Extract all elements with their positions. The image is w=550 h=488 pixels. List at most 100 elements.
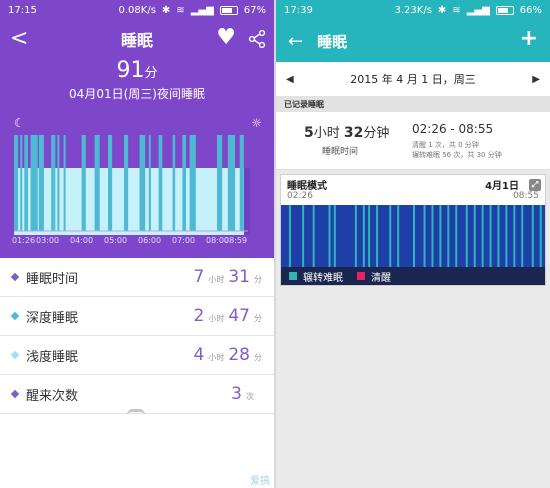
- metric-primary-value: 4: [193, 345, 205, 365]
- app-header: 17:39 3.23K/s ✱ ≋ ▂▄▆ 66% ← 睡眠 +: [276, 0, 550, 62]
- metric-secondary-value: 28: [228, 345, 250, 365]
- metric-marker-icon: [10, 311, 20, 321]
- deep-sleep-bar: [239, 135, 244, 231]
- previous-day-icon[interactable]: ◀: [286, 74, 294, 85]
- restless-mark: [362, 205, 365, 267]
- network-speed: 3.23K/s: [394, 4, 432, 16]
- bluetooth-icon: ✱: [161, 4, 171, 16]
- deep-sleep-bar: [14, 135, 19, 231]
- back-arrow-icon[interactable]: ←: [288, 31, 303, 52]
- end-time: 08:55: [513, 191, 539, 201]
- sleep-stage-chart[interactable]: [12, 131, 256, 235]
- expand-handle-icon[interactable]: [127, 409, 145, 415]
- battery-level: 67%: [243, 4, 266, 16]
- fullscreen-icon[interactable]: ⤢: [529, 179, 541, 191]
- score-unit: 分: [144, 66, 158, 81]
- metric-primary-unit: 小时: [208, 353, 225, 362]
- restless-mark: [431, 205, 434, 267]
- restless-mark: [481, 205, 484, 267]
- metric-value: 4 小时 28 分: [194, 345, 262, 365]
- deep-sleep-bar: [189, 135, 196, 231]
- chart-legend: 辗转难眠 清醒: [281, 267, 545, 285]
- deep-sleep-bar: [53, 135, 56, 231]
- next-day-icon[interactable]: ▶: [532, 74, 540, 85]
- restless-mark: [288, 205, 291, 267]
- metric-row[interactable]: 睡眠时间 7 小时 31 分: [0, 258, 274, 297]
- metric-primary-value: 7: [193, 267, 205, 287]
- restless-mark: [312, 205, 315, 267]
- deep-sleep-bar: [81, 135, 86, 231]
- x-tick-label: 06:00: [138, 236, 162, 245]
- wifi-icon: ≋: [176, 4, 185, 16]
- awake-summary: 清醒 1 次，共 0 分钟: [412, 141, 479, 149]
- share-icon[interactable]: [248, 29, 266, 52]
- deep-sleep-bar: [38, 135, 44, 231]
- watermark-logo: 爱搞机: [250, 476, 270, 487]
- x-tick-label: 07:00: [172, 236, 196, 245]
- time-range: 02:26 - 08:55: [412, 122, 494, 136]
- battery-icon: [219, 5, 238, 15]
- deep-sleep-bar: [57, 135, 60, 231]
- deep-sleep-bar: [108, 135, 113, 231]
- status-time: 17:15: [8, 4, 37, 16]
- restless-mark: [497, 205, 500, 267]
- restless-mark: [531, 205, 534, 267]
- light-sleep-band: [14, 168, 248, 235]
- date-label: 2015 年 4 月 1 日，周三: [350, 73, 476, 86]
- duration-label: 睡眠时间: [322, 147, 359, 157]
- status-bar: 17:15 0.08K/s ✱ ≋ ▂▄▆ 67%: [0, 0, 274, 20]
- restless-mark: [521, 205, 524, 267]
- card-time-range: 02:26 08:55: [281, 191, 545, 205]
- deep-sleep-bar: [158, 135, 163, 231]
- restless-mark: [302, 205, 305, 267]
- metric-row[interactable]: 浅度睡眠 4 小时 28 分: [0, 336, 274, 375]
- metric-secondary-value: 47: [228, 306, 250, 326]
- x-tick-label: 04:00: [70, 236, 94, 245]
- status-time: 17:39: [284, 4, 313, 16]
- metric-label: 醒来次数: [26, 388, 79, 404]
- restless-mark: [455, 205, 458, 267]
- wifi-icon: ≋: [452, 4, 461, 16]
- start-time: 02:26: [287, 191, 313, 201]
- restless-mark: [447, 205, 450, 267]
- x-tick-label: 08:59: [224, 236, 248, 245]
- restless-mark: [465, 205, 468, 267]
- page-title: 睡眠: [317, 32, 348, 51]
- deep-sleep-bar: [94, 135, 100, 231]
- restless-mark: [333, 205, 336, 267]
- sleep-duration: 5小时 32分钟: [304, 125, 390, 141]
- card-date: 4月1日: [485, 181, 519, 192]
- metric-primary-unit: 小时: [208, 314, 225, 323]
- left-phone-screen: 17:15 0.08K/s ✱ ≋ ▂▄▆ 67% < 睡眠 ♥ 91分 04月…: [0, 0, 274, 488]
- metric-label: 浅度睡眠: [26, 349, 79, 365]
- metric-primary-unit: 次: [246, 392, 254, 401]
- metric-primary-value: 2: [193, 306, 205, 326]
- date-selector: ◀ 2015 年 4 月 1 日，周三 ▶: [276, 62, 550, 96]
- sleep-pattern-chart: [281, 205, 545, 267]
- restless-mark: [376, 205, 379, 267]
- heart-icon[interactable]: ♥: [216, 25, 236, 50]
- top-nav: ← 睡眠 +: [276, 20, 550, 62]
- metric-row[interactable]: 深度睡眠 2 小时 47 分: [0, 297, 274, 336]
- add-icon[interactable]: +: [520, 26, 538, 51]
- metric-value: 3次: [231, 384, 262, 404]
- top-nav: < 睡眠 ♥: [0, 20, 274, 58]
- restless-summary: 辗转难眠 56 次，共 30 分钟: [412, 151, 502, 159]
- x-tick-label: 03:00: [36, 236, 60, 245]
- awake-legend-swatch: [357, 272, 365, 280]
- sleep-pattern-card[interactable]: 睡眠模式 4月1日 ⤢ 02:26 08:55 辗转难眠 清醒: [280, 174, 546, 286]
- sleep-summary[interactable]: 5小时 32分钟 睡眠时间 02:26 - 08:55 清醒 1 次，共 0 分…: [276, 112, 550, 170]
- deep-sleep-bar: [217, 135, 223, 231]
- back-icon[interactable]: <: [10, 26, 28, 51]
- restless-mark: [368, 205, 371, 267]
- metric-secondary-unit: 分: [254, 314, 262, 323]
- deep-sleep-bar: [20, 135, 23, 231]
- sleep-date-subtitle: 04月01日(周三)夜间睡眠: [69, 87, 205, 101]
- metric-value: 2 小时 47 分: [194, 306, 262, 326]
- card-title: 睡眠模式: [287, 181, 327, 192]
- metric-secondary-unit: 分: [254, 275, 262, 284]
- metric-list: 睡眠时间 7 小时 31 分深度睡眠 2 小时 47 分浅度睡眠 4 小时 28 分醒来次数 3 次: [0, 258, 274, 414]
- deep-sleep-bar: [30, 135, 38, 231]
- metric-label: 睡眠时间: [26, 271, 79, 287]
- deep-sleep-bar: [227, 135, 236, 231]
